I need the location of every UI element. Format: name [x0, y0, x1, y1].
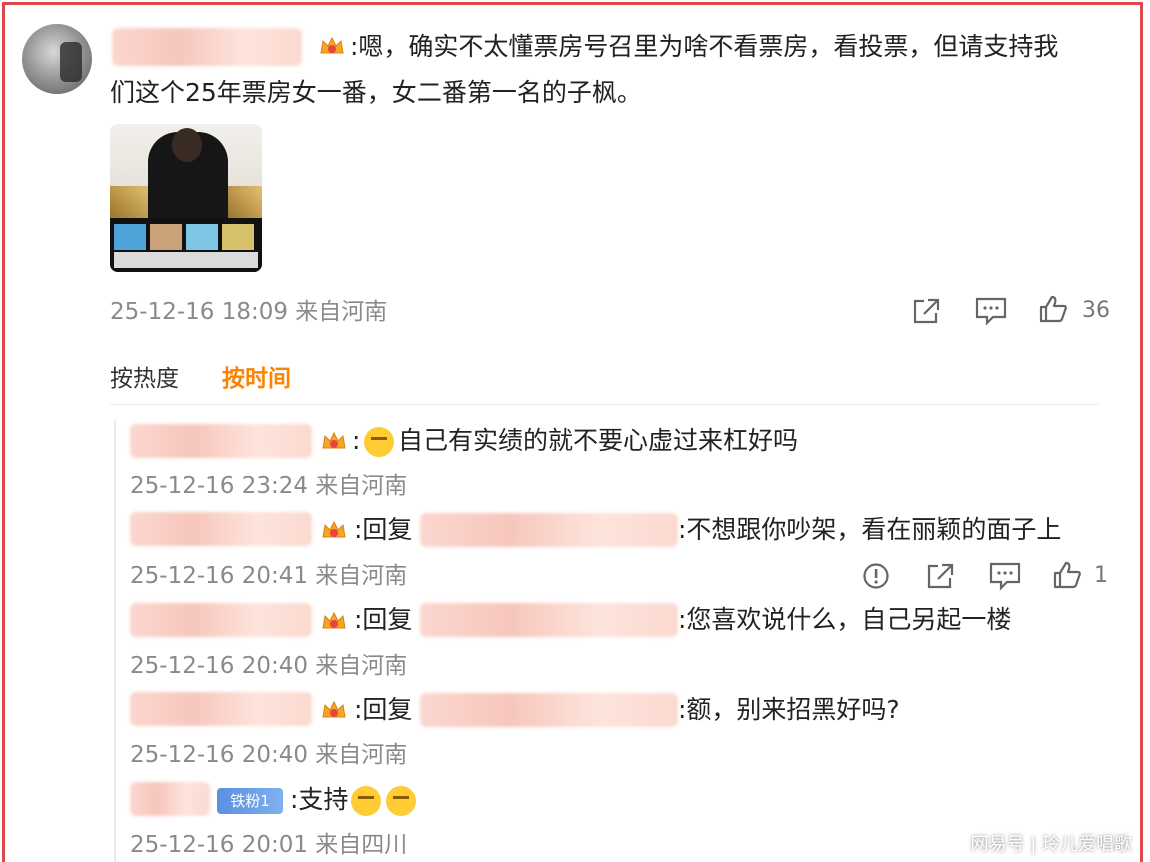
like-count: 1	[1094, 563, 1108, 588]
comment-meta: 25-12-16 18:09 来自河南	[110, 299, 388, 325]
comment-image[interactable]	[110, 124, 262, 272]
crown-badge-icon	[322, 431, 346, 449]
blurred-mention[interactable]	[420, 693, 678, 727]
report-icon[interactable]	[862, 562, 890, 590]
emoji-icon	[364, 427, 394, 457]
blurred-mention[interactable]	[420, 513, 678, 547]
blurred-username[interactable]	[130, 603, 312, 637]
blurred-username[interactable]	[130, 782, 210, 816]
reply-meta: 25-12-16 20:01 来自四川	[130, 832, 408, 858]
crown-badge-icon	[320, 36, 344, 54]
reply-meta: 25-12-16 20:40 来自河南	[130, 742, 408, 768]
reply-thread-line	[114, 420, 116, 862]
reply-prefix: :回复	[354, 695, 413, 724]
avatar[interactable]	[22, 24, 92, 94]
crown-badge-icon	[322, 611, 346, 629]
blurred-username[interactable]	[130, 424, 312, 458]
blurred-username[interactable]	[112, 28, 302, 66]
reply-text: :不想跟你吵架，看在丽颖的面子上	[678, 515, 1062, 544]
reply-prefix: :回复	[354, 605, 413, 634]
reply-text: :额，别来招黑好吗?	[678, 695, 900, 724]
share-icon[interactable]	[910, 296, 942, 326]
comment-icon[interactable]	[988, 561, 1022, 591]
divider	[110, 404, 1100, 405]
reply-meta: 25-12-16 23:24 来自河南	[130, 473, 408, 499]
share-icon[interactable]	[924, 561, 956, 591]
fan-level-badge: 铁粉1	[217, 788, 283, 814]
sort-by-hot[interactable]: 按热度	[110, 364, 179, 394]
emoji-icon	[351, 786, 381, 816]
blurred-username[interactable]	[130, 512, 312, 546]
emoji-icon	[386, 786, 416, 816]
crown-badge-icon	[322, 520, 346, 538]
comment-text-line1: :嗯，确实不太懂票房号召里为啥不看票房，看投票，但请支持我	[350, 32, 1059, 61]
reply-prefix: :回复	[354, 515, 413, 544]
sort-by-time[interactable]: 按时间	[222, 364, 291, 394]
crown-badge-icon	[322, 700, 346, 718]
reply-text: :您喜欢说什么，自己另起一楼	[678, 605, 1012, 634]
blurred-mention[interactable]	[420, 603, 678, 637]
reply-meta: 25-12-16 20:40 来自河南	[130, 653, 408, 679]
comment-icon[interactable]	[974, 296, 1008, 326]
like-count: 36	[1082, 298, 1110, 323]
comment-text-line2: 们这个25年票房女一番，女二番第一名的子枫。	[110, 78, 642, 107]
reply-text: :支持	[290, 785, 349, 814]
like-icon[interactable]	[1038, 294, 1068, 324]
reply-meta: 25-12-16 20:41 来自河南	[130, 563, 408, 589]
blurred-username[interactable]	[130, 692, 312, 726]
watermark: 网易号 | 玲儿爱唱歌	[970, 834, 1132, 855]
reply-text: 自己有实绩的就不要心虚过来杠好吗	[398, 426, 799, 455]
like-icon[interactable]	[1052, 560, 1082, 590]
